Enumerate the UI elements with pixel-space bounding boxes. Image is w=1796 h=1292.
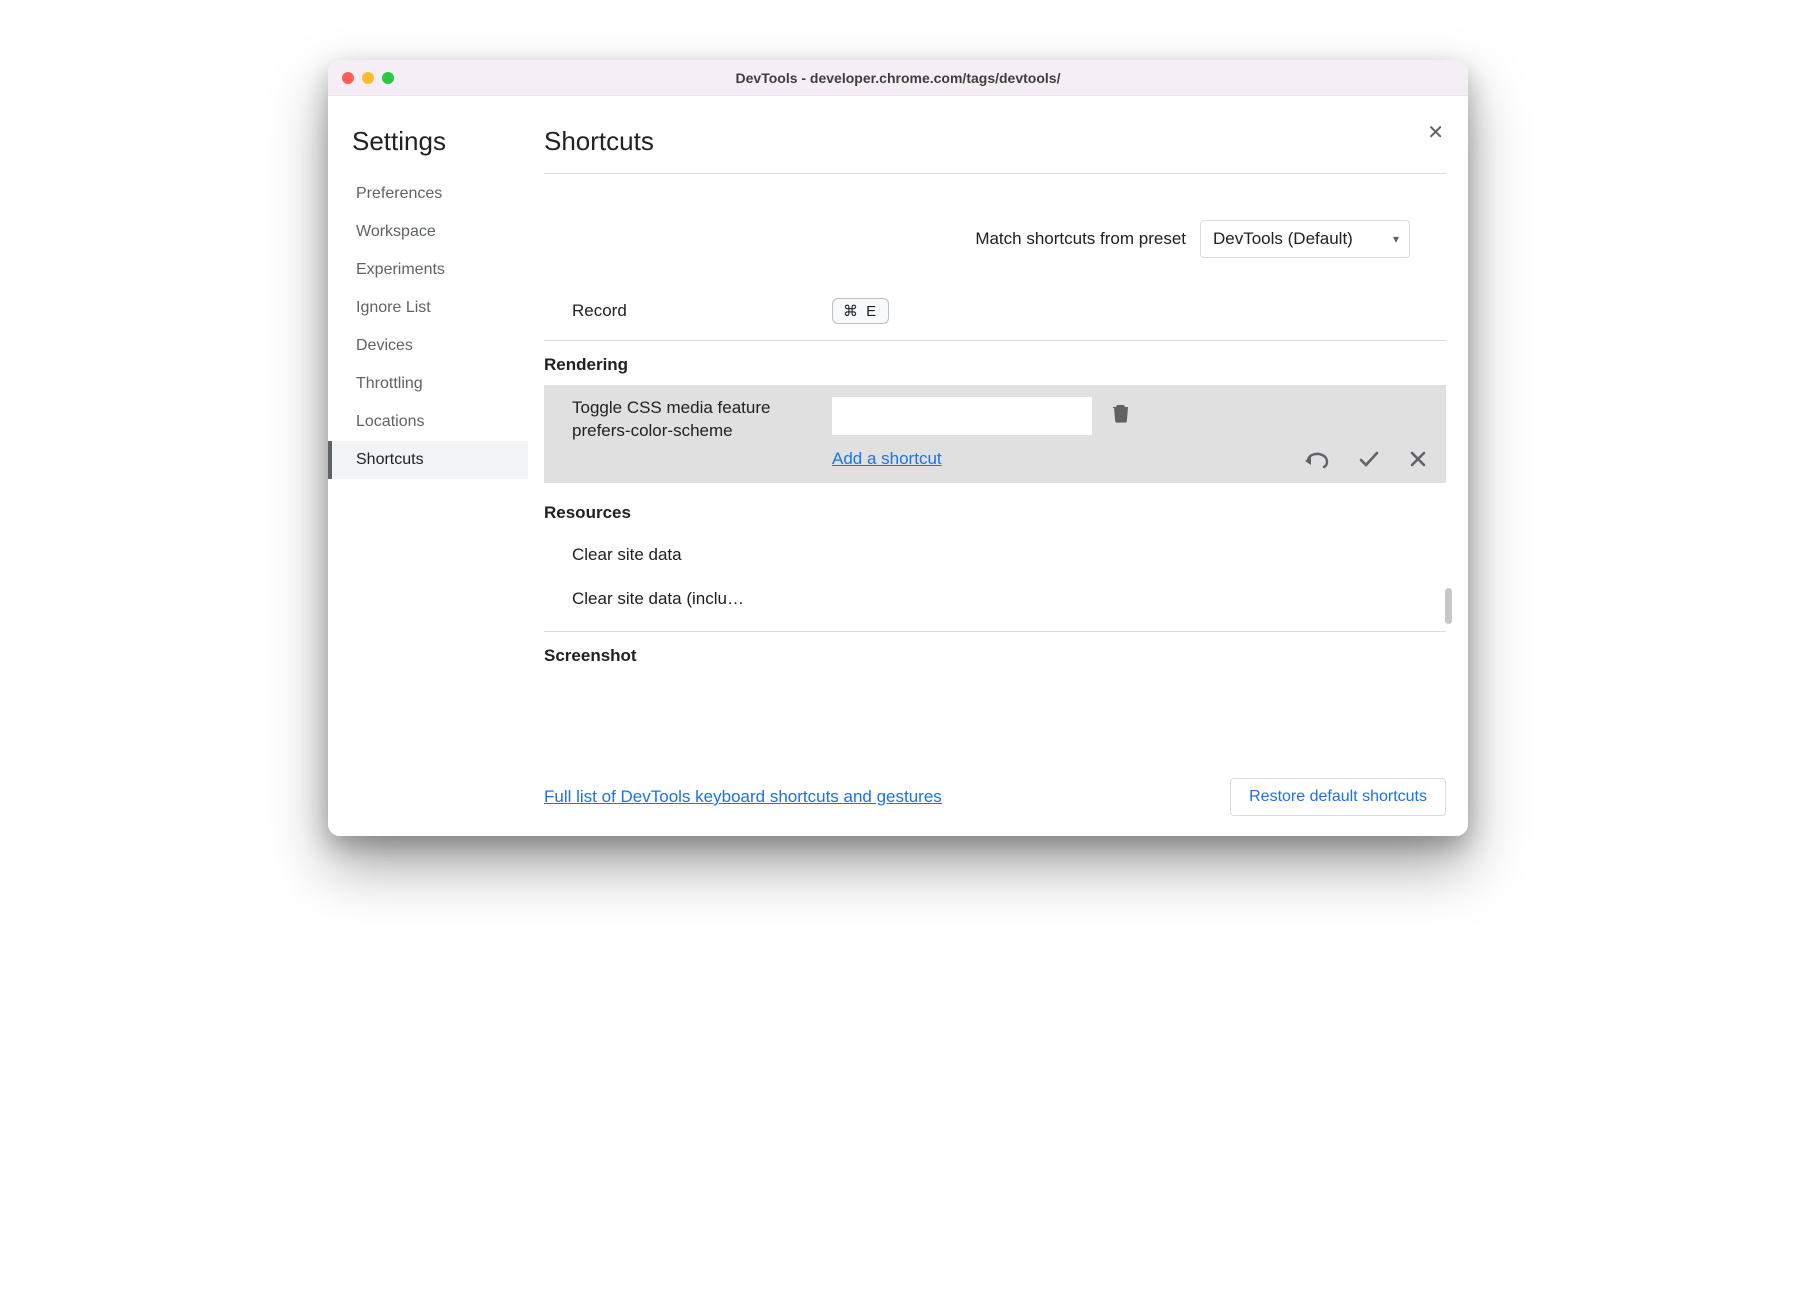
window-controls (342, 72, 394, 84)
page-title: Shortcuts (544, 126, 1446, 174)
sidebar-item-locations[interactable]: Locations (328, 403, 528, 441)
shortcut-label: Record (572, 299, 832, 323)
shortcut-chord: ⌘ E (832, 298, 889, 324)
minimize-window-button[interactable] (362, 72, 374, 84)
window-title: DevTools - developer.chrome.com/tags/dev… (328, 70, 1468, 86)
section-title-screenshot: Screenshot (544, 632, 1446, 676)
close-window-button[interactable] (342, 72, 354, 84)
confirm-icon[interactable] (1358, 449, 1380, 469)
main-panel: Shortcuts Match shortcuts from preset De… (528, 96, 1468, 836)
full-shortcut-list-link[interactable]: Full list of DevTools keyboard shortcuts… (544, 787, 942, 807)
sidebar-item-throttling[interactable]: Throttling (328, 365, 528, 403)
preset-row: Match shortcuts from preset DevTools (De… (544, 220, 1410, 258)
shortcut-edit-row: Toggle CSS media feature prefers-color-s… (544, 385, 1446, 483)
add-shortcut-link[interactable]: Add a shortcut (832, 449, 942, 469)
settings-sidebar: Settings Preferences Workspace Experimen… (328, 96, 528, 836)
undo-icon[interactable] (1304, 449, 1330, 469)
shortcut-row-record[interactable]: Record ⌘ E (544, 288, 1446, 334)
devtools-settings-window: DevTools - developer.chrome.com/tags/dev… (328, 60, 1468, 836)
shortcuts-scroll-area: Record ⌘ E Rendering Toggle CSS media fe… (544, 288, 1446, 766)
sidebar-item-ignore-list[interactable]: Ignore List (328, 289, 528, 327)
shortcut-row-clear-site-data-incl[interactable]: Clear site data (inclu… (544, 577, 804, 621)
zoom-window-button[interactable] (382, 72, 394, 84)
shortcut-edit-label: Toggle CSS media feature prefers-color-s… (572, 397, 832, 443)
scrollbar-thumb[interactable] (1445, 588, 1452, 624)
cancel-icon[interactable] (1408, 449, 1428, 469)
section-title-resources: Resources (544, 483, 1446, 533)
preset-label: Match shortcuts from preset (975, 229, 1186, 249)
trash-icon[interactable] (1112, 403, 1130, 423)
sidebar-item-devices[interactable]: Devices (328, 327, 528, 365)
sidebar-title: Settings (328, 126, 528, 175)
titlebar: DevTools - developer.chrome.com/tags/dev… (328, 60, 1468, 96)
section-title-rendering: Rendering (544, 341, 1446, 385)
sidebar-item-workspace[interactable]: Workspace (328, 213, 528, 251)
sidebar-item-experiments[interactable]: Experiments (328, 251, 528, 289)
footer: Full list of DevTools keyboard shortcuts… (544, 766, 1446, 816)
shortcut-row-clear-site-data[interactable]: Clear site data (544, 533, 804, 577)
sidebar-item-preferences[interactable]: Preferences (328, 175, 528, 213)
sidebar-item-shortcuts[interactable]: Shortcuts (328, 441, 528, 479)
preset-selected-value: DevTools (Default) (1213, 229, 1353, 248)
restore-defaults-button[interactable]: Restore default shortcuts (1230, 778, 1446, 816)
preset-select[interactable]: DevTools (Default) (1200, 220, 1410, 258)
shortcut-input[interactable] (832, 397, 1092, 435)
